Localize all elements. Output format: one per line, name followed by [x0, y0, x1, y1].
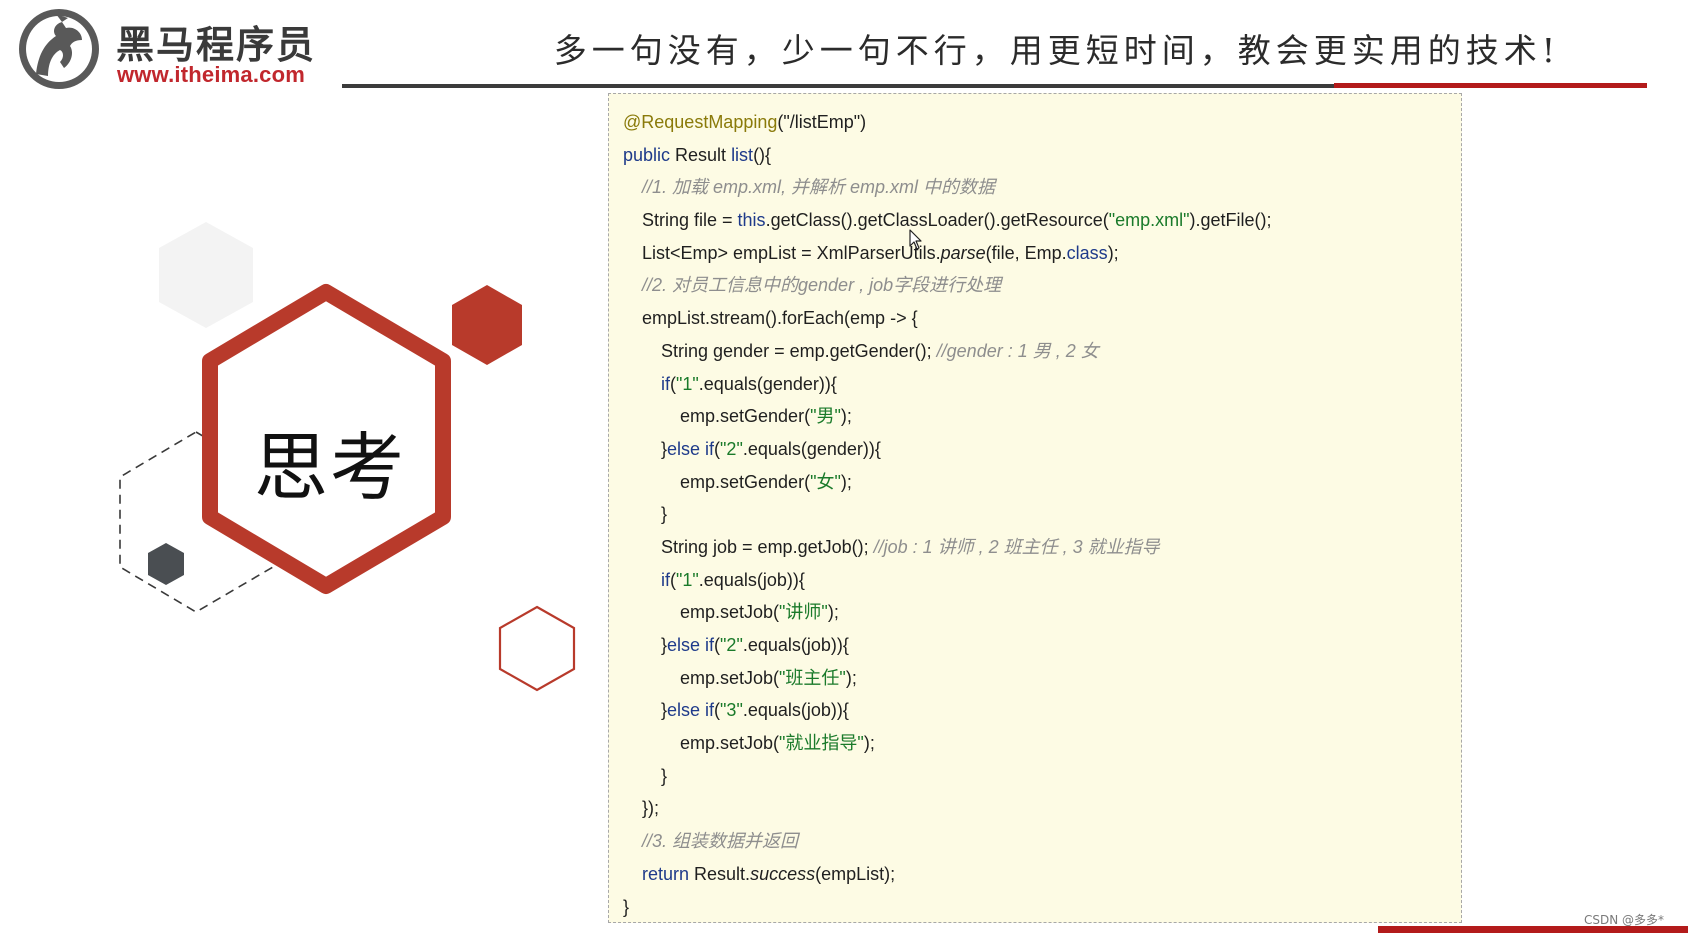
code-line: emp.setJob("讲师");: [680, 602, 839, 623]
code-line: }: [623, 896, 630, 917]
code-comment: //1. 加载 emp.xml, 并解析 emp.xml 中的数据: [642, 177, 996, 198]
itheima-logo: 黑马程序员 www.itheima.com: [16, 6, 316, 92]
dark-small-hexagon: [148, 543, 184, 585]
code-line: @RequestMapping("/listEmp"): [623, 112, 867, 132]
code-line: public Result list(){: [623, 144, 772, 165]
code-comment: //3. 组装数据并返回: [642, 831, 799, 852]
code-line: }else if("2".equals(gender)){: [661, 438, 881, 459]
code-line: empList.stream().forEach(emp -> {: [642, 308, 918, 329]
code-line: emp.setJob("就业指导");: [680, 733, 875, 754]
code-line: }else if("2".equals(job)){: [661, 635, 849, 655]
code-line: }else if("3".equals(job)){: [661, 700, 849, 721]
code-line: }: [661, 504, 668, 525]
header-rule-dark: [342, 84, 1334, 88]
code-comment: //2. 对员工信息中的gender , job字段进行处理: [642, 275, 1002, 296]
brand-name: 黑马程序员: [116, 23, 317, 67]
code-panel: @RequestMapping("/listEmp") public Resul…: [608, 93, 1462, 923]
code-line: emp.setGender("女");: [680, 471, 852, 492]
csdn-watermark: CSDN @多多*: [1583, 913, 1664, 927]
code-line: if("1".equals(job)){: [661, 569, 805, 590]
faint-hexagon: [159, 222, 253, 328]
code-line: String gender = emp.getGender(); //gende…: [661, 340, 1099, 361]
code-line: emp.setGender("男");: [680, 406, 852, 427]
outline-hexagon: [498, 605, 576, 692]
horse-logo-icon: [19, 9, 99, 89]
think-title: 思考: [254, 425, 406, 511]
code-line: String file = this.getClass().getClassLo…: [642, 210, 1272, 231]
code-line: }: [661, 765, 668, 786]
code-line: return Result.success(empList);: [642, 863, 896, 884]
red-hexagon-top: [452, 285, 522, 365]
code-line: });: [642, 798, 660, 819]
code-line: emp.setJob("班主任");: [680, 667, 857, 688]
brand-url: www.itheima.com: [117, 62, 306, 87]
code-line: List<Emp> empList = XmlParserUtils.parse…: [642, 242, 1119, 263]
slogan: 多一句没有，少一句不行，用更短时间，教会更实用的技术!: [553, 31, 1560, 70]
header-rule-red: [1334, 83, 1647, 88]
mouse-cursor-icon: [909, 229, 922, 250]
code-line: if("1".equals(gender)){: [661, 373, 837, 394]
code-line: String job = emp.getJob(); //job : 1 讲师 …: [661, 536, 1160, 557]
